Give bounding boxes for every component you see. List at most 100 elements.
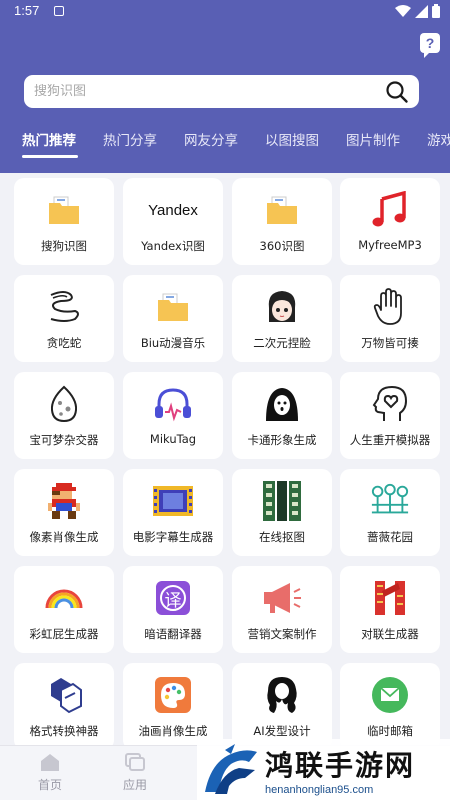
tool-label: 对联生成器 xyxy=(361,627,419,641)
tab-games[interactable]: 游戏 xyxy=(427,129,450,149)
anime-face-icon xyxy=(262,287,302,327)
tool-card[interactable]: 对联生成器 xyxy=(340,566,440,653)
tool-card[interactable]: 营销文案制作 xyxy=(232,566,332,653)
tab-hot-share[interactable]: 热门分享 xyxy=(103,129,157,149)
tool-card[interactable]: 万物皆可揍 xyxy=(340,275,440,362)
nav-home[interactable]: 首页 xyxy=(20,752,80,793)
cube-convert-icon xyxy=(44,675,84,715)
app-header: 1:57 ? 热门推荐 热门分享 网友分享 以图搜图 图片制作 游戏 xyxy=(0,0,450,173)
watermark-title: 鸿联手游网 xyxy=(265,748,416,782)
yandex-logo-text: Yandex xyxy=(148,201,198,219)
head-heart-icon xyxy=(370,384,410,424)
tool-label: 在线抠图 xyxy=(259,530,305,544)
tool-card[interactable]: 在线抠图 xyxy=(232,469,332,556)
music-note-icon xyxy=(370,190,410,230)
tool-label: 卡通形象生成 xyxy=(247,433,317,447)
pixel-mario-icon xyxy=(44,481,84,521)
status-bar: 1:57 xyxy=(0,0,450,24)
search-icon[interactable] xyxy=(385,80,409,104)
tool-label: Biu动漫音乐 xyxy=(140,336,206,350)
tool-card[interactable]: Yandex Yandex识图 xyxy=(123,178,223,265)
apps-icon xyxy=(125,753,145,771)
status-time: 1:57 xyxy=(14,3,40,18)
tool-card[interactable]: 油画肖像生成 xyxy=(123,663,223,750)
garden-icon xyxy=(370,481,410,521)
folder-icon xyxy=(153,287,193,327)
battery-icon xyxy=(432,4,440,18)
film-strip-icon xyxy=(153,481,193,521)
watermark-url: henanhonglian95.com xyxy=(265,783,374,796)
notification-icon xyxy=(54,6,64,16)
tool-label: 宝可梦杂交器 xyxy=(29,433,99,447)
tab-image-making[interactable]: 图片制作 xyxy=(346,129,400,149)
tool-card[interactable]: 卡通形象生成 xyxy=(232,372,332,459)
snake-icon xyxy=(44,287,84,327)
hand-icon xyxy=(370,287,410,327)
tool-label: 临时邮箱 xyxy=(367,724,413,738)
watermark-text: 鸿联手游网 henanhonglian95.com xyxy=(265,744,415,796)
tool-label: 像素肖像生成 xyxy=(29,530,99,544)
tool-label: 二次元捏脸 xyxy=(253,336,311,350)
tool-card[interactable]: 临时邮箱 xyxy=(340,663,440,750)
translate-logo-text: 译 xyxy=(160,585,186,611)
ghost-icon xyxy=(262,384,302,424)
tool-card[interactable]: 二次元捏脸 xyxy=(232,275,332,362)
tool-label: 贪吃蛇 xyxy=(46,336,82,350)
nav-label: 首页 xyxy=(37,778,62,792)
tool-label: 万物皆可揍 xyxy=(361,336,419,350)
tool-card[interactable]: 360识图 xyxy=(232,178,332,265)
help-icon[interactable]: ? xyxy=(420,33,440,58)
tab-user-share[interactable]: 网友分享 xyxy=(184,129,238,149)
egg-icon xyxy=(44,384,84,424)
category-tabs: 热门推荐 热门分享 网友分享 以图搜图 图片制作 游戏 xyxy=(0,124,450,160)
tool-label: MyfreeMP3 xyxy=(358,238,422,252)
tool-label: MikuTag xyxy=(149,432,197,446)
tool-card[interactable]: MyfreeMP3 xyxy=(340,178,440,265)
tool-card[interactable]: 彩虹屁生成器 xyxy=(14,566,114,653)
tool-card[interactable]: 格式转换神器 xyxy=(14,663,114,750)
yandex-logo: Yandex xyxy=(148,190,198,230)
tool-label: 营销文案制作 xyxy=(247,627,317,641)
nav-apps[interactable]: 应用 xyxy=(105,752,165,793)
tool-label: 人生重开模拟器 xyxy=(349,433,431,447)
headphones-icon xyxy=(153,384,193,424)
tool-card[interactable]: 像素肖像生成 xyxy=(14,469,114,556)
hair-icon xyxy=(262,675,302,715)
watermark-logo xyxy=(205,743,257,794)
tool-label: 电影字幕生成器 xyxy=(132,530,214,544)
couplet-icon xyxy=(370,578,410,618)
wifi-icon xyxy=(395,4,411,17)
site-watermark: 鸿联手游网 henanhonglian95.com xyxy=(197,739,450,800)
rainbow-icon xyxy=(44,578,84,618)
tool-label: 暗语翻译器 xyxy=(144,627,202,641)
nav-label: 应用 xyxy=(122,778,147,792)
tool-card[interactable]: 搜狗识图 xyxy=(14,178,114,265)
tool-label: 油画肖像生成 xyxy=(138,724,208,738)
tool-label: 搜狗识图 xyxy=(41,239,87,253)
translate-icon: 译 xyxy=(153,578,193,618)
tab-search-by-image[interactable]: 以图搜图 xyxy=(265,129,319,149)
tool-card[interactable]: Biu动漫音乐 xyxy=(123,275,223,362)
search-bar[interactable] xyxy=(24,75,419,108)
tool-label: 蔷薇花园 xyxy=(367,530,413,544)
active-tab-indicator xyxy=(22,155,78,158)
search-input[interactable] xyxy=(34,84,385,99)
tool-label: 格式转换神器 xyxy=(29,724,99,738)
tab-hot-recommend[interactable]: 热门推荐 xyxy=(22,129,76,149)
tool-card[interactable]: 电影字幕生成器 xyxy=(123,469,223,556)
tool-label: 360识图 xyxy=(259,239,305,253)
signal-icon xyxy=(415,4,428,18)
tool-label: Yandex识图 xyxy=(141,239,205,253)
film-columns-icon xyxy=(262,481,302,521)
tool-card[interactable]: MikuTag xyxy=(123,372,223,459)
tool-card[interactable]: 人生重开模拟器 xyxy=(340,372,440,459)
folder-icon xyxy=(262,190,302,230)
tool-label: 彩虹屁生成器 xyxy=(29,627,99,641)
tool-card[interactable]: 蔷薇花园 xyxy=(340,469,440,556)
palette-icon xyxy=(153,675,193,715)
tool-card[interactable]: 译 暗语翻译器 xyxy=(123,566,223,653)
status-icons xyxy=(395,4,440,18)
tool-card[interactable]: 宝可梦杂交器 xyxy=(14,372,114,459)
tool-card[interactable]: 贪吃蛇 xyxy=(14,275,114,362)
tool-card[interactable]: AI发型设计 xyxy=(232,663,332,750)
